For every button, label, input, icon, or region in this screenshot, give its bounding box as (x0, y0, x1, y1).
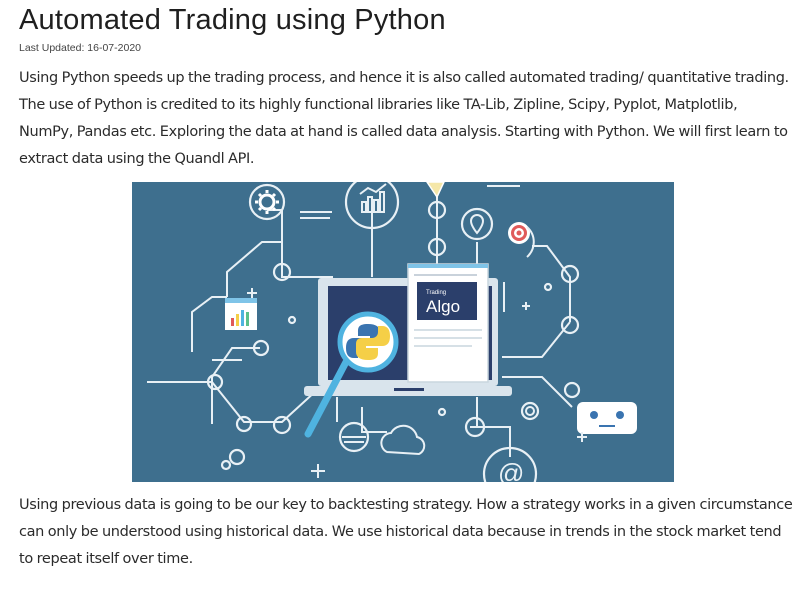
connector-line (502, 376, 573, 408)
connector-line (267, 209, 333, 282)
bar-chart-icon (359, 183, 387, 213)
intro-paragraph: Using Python speeds up the trading proce… (19, 70, 789, 167)
card-small-label: Trading (426, 290, 446, 296)
document-card (407, 263, 489, 383)
algo-trading-illustration: Trading Algo @ (132, 182, 674, 482)
backtesting-paragraph: Using previous data is going to be our k… (19, 497, 793, 567)
chart-card-icon (225, 298, 257, 330)
decor-dot (543, 282, 553, 292)
connector-line (191, 296, 227, 352)
connector-node (228, 448, 246, 466)
cloud-icon (380, 424, 426, 456)
connector-line (211, 381, 318, 423)
flag-icon (426, 182, 445, 199)
decor-dot (437, 407, 447, 417)
connector-node (235, 415, 253, 433)
connector-line (502, 321, 571, 358)
last-updated-date: Last Updated: 16-07-2020 (19, 42, 142, 54)
connector-node (563, 381, 581, 399)
connector-line (532, 245, 571, 322)
robot-icon (577, 402, 637, 434)
card-big-label: Algo (426, 297, 460, 316)
connector-node (220, 459, 232, 471)
decor-dot (287, 315, 297, 325)
email-at-icon: @ (498, 458, 524, 482)
settings-node-icon (520, 401, 540, 421)
target-icon (508, 222, 535, 258)
connector-node (272, 415, 292, 435)
location-pin-icon (469, 213, 485, 235)
article-title: Automated Trading using Python (19, 4, 446, 36)
